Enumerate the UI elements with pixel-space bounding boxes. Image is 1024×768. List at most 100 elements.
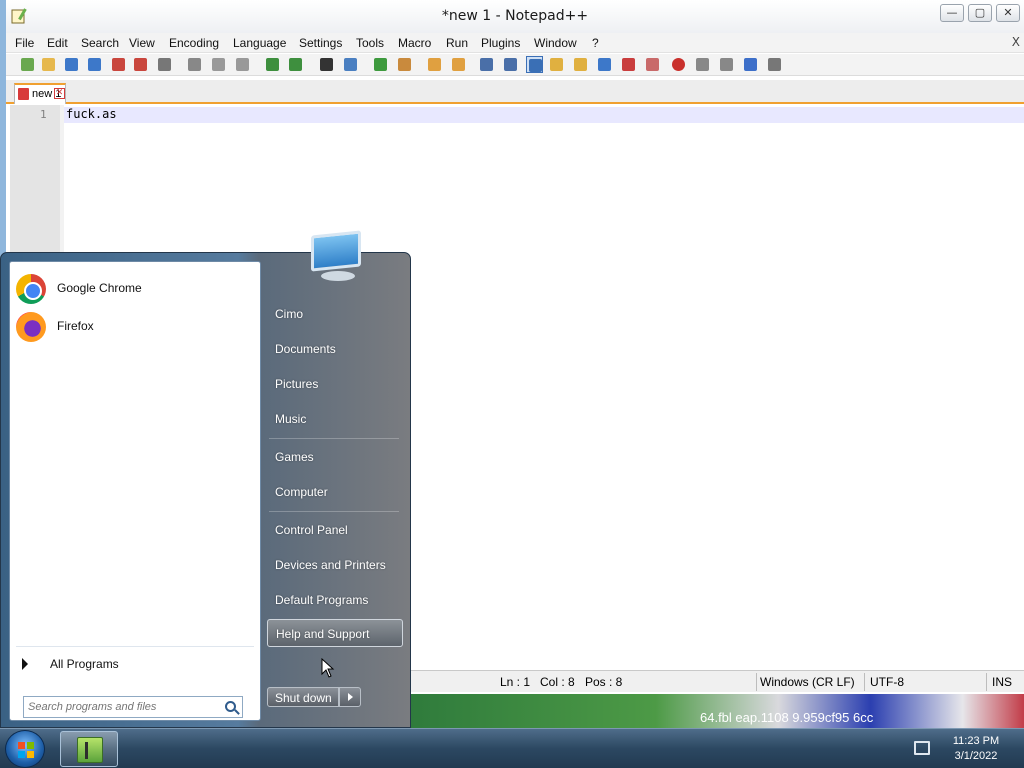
- start-menu: Google Chrome Firefox All Programs Cimo …: [0, 230, 411, 728]
- start-item-label: Cimo: [275, 307, 304, 321]
- undo-icon[interactable]: [264, 56, 281, 73]
- user-picture[interactable]: [303, 227, 373, 289]
- menu-tools[interactable]: Tools: [356, 36, 384, 50]
- find-icon[interactable]: [318, 56, 335, 73]
- menu-help[interactable]: ?: [592, 36, 599, 50]
- menu-language[interactable]: Language: [233, 36, 286, 50]
- run-macro-multiple-icon[interactable]: [742, 56, 759, 73]
- start-search-box[interactable]: [23, 696, 243, 718]
- status-separator: [864, 673, 865, 691]
- doc-list-icon[interactable]: [620, 56, 637, 73]
- menu-close-doc[interactable]: X: [1012, 35, 1020, 49]
- menu-view[interactable]: View: [129, 36, 155, 50]
- maximize-button[interactable]: ▢: [968, 4, 992, 22]
- open-file-icon[interactable]: [40, 56, 57, 73]
- sync-horizontal-icon[interactable]: [450, 56, 467, 73]
- stop-macro-icon[interactable]: [694, 56, 711, 73]
- menu-window[interactable]: Window: [534, 36, 577, 50]
- menu-edit[interactable]: Edit: [47, 36, 68, 50]
- editor-text[interactable]: fuck.as: [66, 107, 117, 121]
- start-item-pictures[interactable]: Pictures: [267, 370, 403, 398]
- play-macro-icon[interactable]: [718, 56, 735, 73]
- start-menu-separator: [269, 511, 399, 512]
- taskbar-notepadpp[interactable]: [60, 731, 118, 767]
- close-icon[interactable]: [110, 56, 127, 73]
- record-macro-icon[interactable]: [670, 56, 687, 73]
- menu-settings[interactable]: Settings: [299, 36, 342, 50]
- program-firefox[interactable]: Firefox: [14, 310, 254, 344]
- all-programs-label: All Programs: [50, 657, 119, 671]
- all-programs-button[interactable]: All Programs: [16, 652, 254, 676]
- minimize-button[interactable]: —: [940, 4, 964, 22]
- start-item-help-support[interactable]: Help and Support: [267, 619, 403, 647]
- paste-icon[interactable]: [234, 56, 251, 73]
- menu-search[interactable]: Search: [81, 36, 119, 50]
- start-button[interactable]: [5, 730, 45, 768]
- start-item-games[interactable]: Games: [267, 443, 403, 471]
- folder-workspace-icon[interactable]: [596, 56, 613, 73]
- network-icon[interactable]: [914, 741, 930, 755]
- status-separator: [756, 673, 757, 691]
- start-item-computer[interactable]: Computer: [267, 478, 403, 506]
- status-encoding[interactable]: UTF-8: [870, 675, 904, 689]
- copy-icon[interactable]: [210, 56, 227, 73]
- sync-vertical-icon[interactable]: [426, 56, 443, 73]
- windows-flag-segment: [27, 751, 34, 758]
- search-icon[interactable]: [225, 701, 236, 712]
- start-item-label: Music: [275, 412, 307, 426]
- save-all-icon[interactable]: [86, 56, 103, 73]
- show-all-chars-icon[interactable]: [502, 56, 519, 73]
- tab-bar: new 1 ✕: [6, 80, 1024, 104]
- chrome-icon: [16, 274, 46, 304]
- start-item-documents[interactable]: Documents: [267, 335, 403, 363]
- program-google-chrome[interactable]: Google Chrome: [14, 272, 254, 306]
- windows-logo-icon: [18, 742, 34, 758]
- start-item-label: Default Programs: [275, 593, 369, 607]
- menu-encoding[interactable]: Encoding: [169, 36, 219, 50]
- cut-icon[interactable]: [186, 56, 203, 73]
- system-clock[interactable]: 11:23 PM 3/1/2022: [946, 734, 1006, 764]
- menu-file[interactable]: File: [15, 36, 34, 50]
- shutdown-button[interactable]: Shut down: [267, 687, 339, 707]
- status-separator: [986, 673, 987, 691]
- menu-macro[interactable]: Macro: [398, 36, 431, 50]
- tab-close-icon[interactable]: ✕: [54, 88, 65, 99]
- save-icon[interactable]: [63, 56, 80, 73]
- clock-time: 11:23 PM: [952, 735, 1000, 747]
- redo-icon[interactable]: [287, 56, 304, 73]
- zoom-in-icon[interactable]: [372, 56, 389, 73]
- replace-icon[interactable]: [342, 56, 359, 73]
- shutdown-label: Shut down: [275, 691, 332, 705]
- start-item-user[interactable]: Cimo: [267, 300, 403, 328]
- shutdown-options-button[interactable]: [339, 687, 361, 707]
- desktop-file-label[interactable]: 64.fbl eap.1108 9.959cf95 6cc: [700, 710, 873, 725]
- status-insert-mode[interactable]: INS: [992, 675, 1012, 689]
- window-title: *new 1 - Notepad++: [441, 8, 589, 24]
- save-macro-icon[interactable]: [766, 56, 783, 73]
- start-item-music[interactable]: Music: [267, 405, 403, 433]
- tab-new-1[interactable]: new 1 ✕: [14, 83, 66, 104]
- word-wrap-icon[interactable]: [478, 56, 495, 73]
- start-item-control-panel[interactable]: Control Panel: [267, 516, 403, 544]
- current-line-highlight: [64, 107, 1024, 123]
- close-button[interactable]: ✕: [996, 4, 1020, 22]
- search-input[interactable]: [28, 699, 218, 715]
- doc-map-icon[interactable]: [548, 56, 565, 73]
- function-list-icon[interactable]: [572, 56, 589, 73]
- status-eol[interactable]: Windows (CR LF): [760, 675, 855, 689]
- close-all-icon[interactable]: [132, 56, 149, 73]
- zoom-out-icon[interactable]: [396, 56, 413, 73]
- new-file-icon[interactable]: [19, 56, 36, 73]
- indent-guide-icon[interactable]: [526, 56, 543, 73]
- menu-plugins[interactable]: Plugins: [481, 36, 520, 50]
- start-item-default-programs[interactable]: Default Programs: [267, 586, 403, 614]
- status-position: Pos : 8: [585, 675, 623, 689]
- start-item-devices-printers[interactable]: Devices and Printers: [267, 551, 403, 579]
- monitoring-icon[interactable]: [644, 56, 661, 73]
- programs-divider: [16, 646, 254, 647]
- print-icon[interactable]: [156, 56, 173, 73]
- title-bar[interactable]: *new 1 - Notepad++ — ▢ ✕: [6, 0, 1024, 33]
- menu-bar: File Edit Search View Encoding Language …: [6, 33, 1024, 53]
- windows-flag-segment: [18, 742, 25, 749]
- menu-run[interactable]: Run: [446, 36, 468, 50]
